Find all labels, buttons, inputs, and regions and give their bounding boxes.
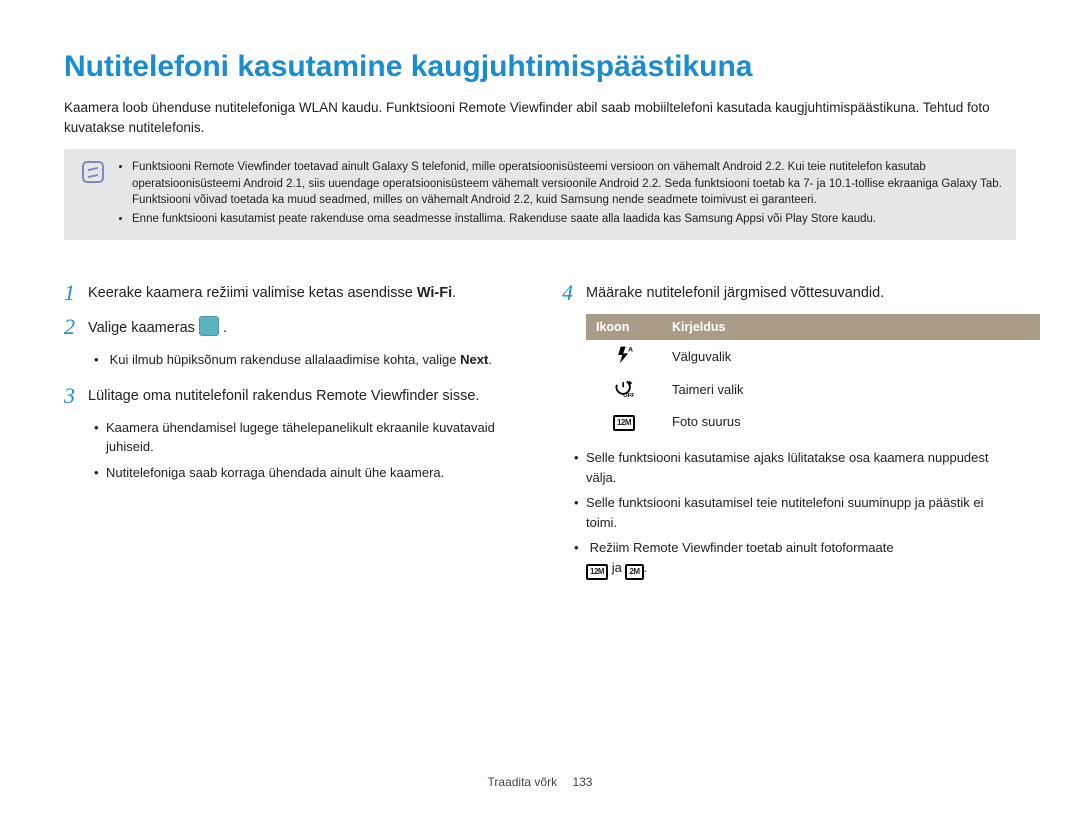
page-number: 133 — [572, 775, 592, 789]
step-text: Lülitage oma nutitelefonil rakendus Remo… — [88, 383, 479, 407]
step-number: 3 — [64, 383, 88, 407]
icon-cell: A — [586, 340, 662, 373]
icon-cell: OFF — [586, 373, 662, 406]
step-2-sublist: Kui ilmub hüpiksõnum rakenduse allalaadi… — [64, 350, 518, 370]
text: Režiim Remote Viewfinder toetab ainult f… — [590, 540, 894, 555]
table-header-icon: Ikoon — [586, 314, 662, 340]
note-icon-wrap — [70, 159, 116, 183]
list-item: Selle funktsiooni kasutamisel teie nutit… — [586, 493, 1016, 532]
note-box: Funktsiooni Remote Viewfinder toetavad a… — [64, 149, 1016, 240]
bold-text: Next — [460, 352, 488, 367]
table-header-desc: Kirjeldus — [662, 314, 1040, 340]
step-1: 1 Keerake kaamera režiimi valimise ketas… — [64, 280, 518, 304]
text: . — [452, 285, 456, 301]
flash-icon: A — [614, 345, 634, 365]
step-number: 4 — [562, 280, 586, 304]
note-icon — [82, 161, 104, 183]
content-columns: 1 Keerake kaamera režiimi valimise ketas… — [64, 280, 1016, 594]
svg-text:A: A — [628, 347, 633, 354]
list-item: Kaamera ühendamisel lugege tähelepanelik… — [106, 418, 518, 457]
list-item: Kui ilmub hüpiksõnum rakenduse allalaadi… — [106, 350, 518, 370]
intro-paragraph: Kaamera loob ühenduse nutitelefoniga WLA… — [64, 98, 1016, 137]
list-item: Selle funktsiooni kasutamise ajaks lülit… — [586, 448, 1016, 487]
bold-text: Wi-Fi — [417, 285, 452, 301]
photo-size-small-icon: 2M — [625, 564, 643, 580]
step-number: 1 — [64, 280, 88, 304]
desc-cell: Välguvalik — [662, 340, 1040, 373]
timer-icon: OFF — [614, 386, 634, 401]
list-item: Režiim Remote Viewfinder toetab ainult f… — [586, 538, 1016, 580]
footer-section: Traadita võrk — [488, 775, 558, 789]
desc-cell: Taimeri valik — [662, 373, 1040, 406]
step-text: Määrake nutitelefonil järgmised võttesuv… — [586, 280, 884, 304]
note-list: Funktsiooni Remote Viewfinder toetavad a… — [116, 159, 1006, 230]
step-4-sublist: Selle funktsiooni kasutamise ajaks lülit… — [562, 448, 1016, 580]
text: . — [219, 320, 227, 336]
page-footer: Traadita võrk 133 — [0, 775, 1080, 789]
step-2: 2 Valige kaameras . — [64, 314, 518, 339]
table-row: OFF Taimeri valik — [586, 373, 1040, 406]
step-4: 4 Määrake nutitelefonil järgmised võttes… — [562, 280, 1016, 304]
step-text: Keerake kaamera režiimi valimise ketas a… — [88, 280, 456, 304]
text: . — [488, 352, 492, 367]
text: . — [644, 560, 648, 575]
note-item: Funktsiooni Remote Viewfinder toetavad a… — [132, 159, 1006, 209]
icon-cell: 12M — [586, 406, 662, 436]
table-row: 12M Foto suurus — [586, 406, 1040, 436]
text: Kui ilmub hüpiksõnum rakenduse allalaadi… — [110, 352, 460, 367]
left-column: 1 Keerake kaamera režiimi valimise ketas… — [64, 280, 518, 594]
step-text: Valige kaameras . — [88, 314, 227, 339]
remote-viewfinder-app-icon — [199, 316, 219, 336]
step-3-sublist: Kaamera ühendamisel lugege tähelepanelik… — [64, 418, 518, 483]
text: Keerake kaamera režiimi valimise ketas a… — [88, 285, 417, 301]
text: Valige kaameras — [88, 320, 199, 336]
list-item: Nutitelefoniga saab korraga ühendada ain… — [106, 463, 518, 483]
table-row: A Välguvalik — [586, 340, 1040, 373]
options-table: Ikoon Kirjeldus A Välguvalik — [586, 314, 1040, 436]
page-title: Nutitelefoni kasutamine kaugjuhtimispääs… — [64, 50, 1016, 84]
photo-size-icon: 12M — [613, 415, 635, 431]
note-item: Enne funktsiooni kasutamist peate rakend… — [132, 211, 1006, 228]
photo-size-icon: 12M — [586, 564, 608, 580]
right-column: 4 Määrake nutitelefonil järgmised võttes… — [562, 280, 1016, 594]
text: ja — [612, 560, 626, 575]
step-3: 3 Lülitage oma nutitelefonil rakendus Re… — [64, 383, 518, 407]
step-number: 2 — [64, 314, 88, 338]
svg-text:OFF: OFF — [623, 393, 634, 398]
desc-cell: Foto suurus — [662, 406, 1040, 436]
